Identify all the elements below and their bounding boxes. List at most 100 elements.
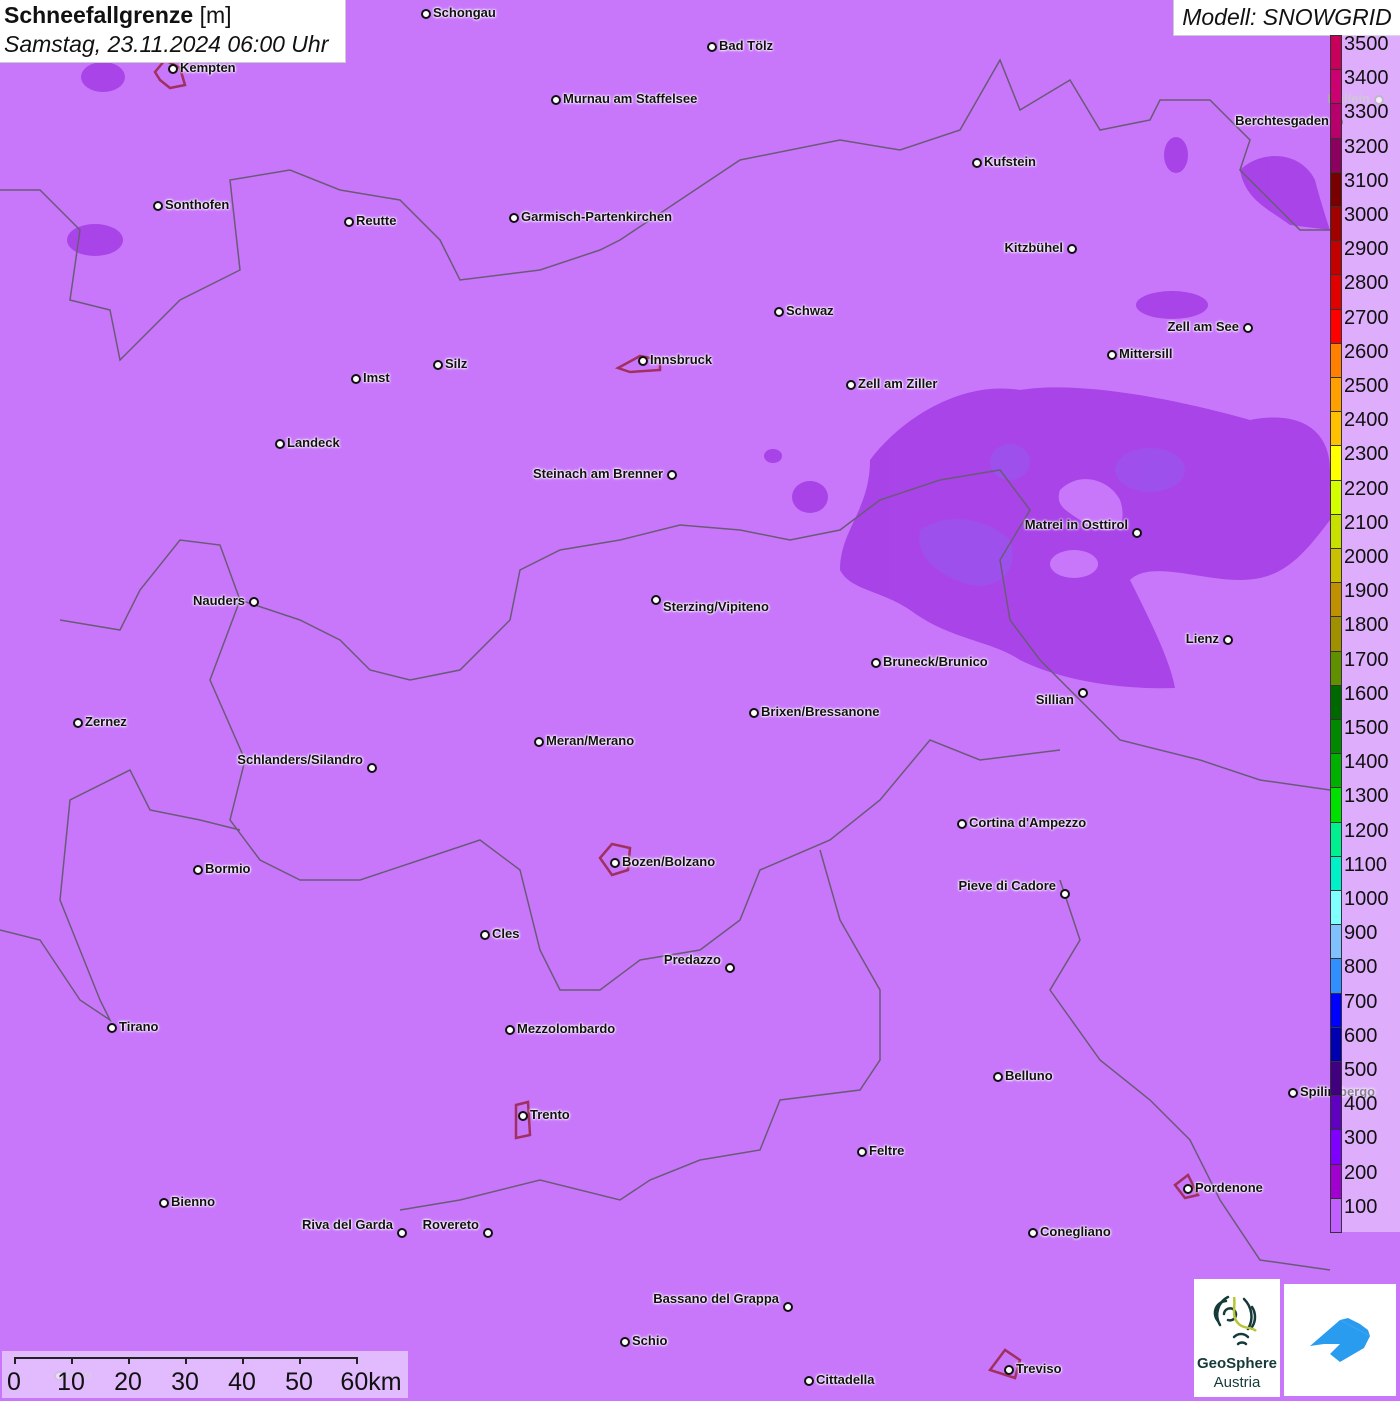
border-veneto: [399, 849, 881, 1211]
city-label: Sterzing/Vipiteno: [663, 599, 769, 614]
city-label: Kufstein: [984, 154, 1036, 169]
scale-label: 20: [114, 1368, 142, 1396]
colorbar-swatch: [1330, 958, 1342, 994]
scale-label: 40: [228, 1368, 256, 1396]
scale-tick: [71, 1357, 73, 1364]
city-label: Berchtesgaden: [1235, 113, 1329, 128]
city-dot-icon: [620, 1337, 630, 1347]
city-dot-icon: [1183, 1184, 1193, 1194]
title-text: Schneefallgrenze: [4, 2, 194, 28]
city-dot-icon: [1288, 1088, 1298, 1098]
city-label: Bormio: [205, 861, 251, 876]
colorbar-label: 1700: [1344, 648, 1389, 671]
colorbar-label: 1300: [1344, 785, 1389, 808]
city-label: Bozen/Bolzano: [622, 854, 716, 869]
city-dot-icon: [518, 1111, 528, 1121]
city-label: Schlanders/Silandro: [237, 752, 363, 767]
colorbar-swatch: [1330, 35, 1342, 71]
city-label: Garmisch-Partenkirchen: [521, 209, 673, 224]
colorbar-label: 3400: [1344, 67, 1389, 90]
colorbar-swatch: [1330, 308, 1342, 344]
border-ch-it: [0, 768, 241, 1023]
colorbar-label: 1600: [1344, 682, 1389, 705]
colorbar-legend: 3500 3400 3300 3200 3100 3000 2900 2800 2700 2600…: [1330, 33, 1400, 1233]
city-dot-icon: [1107, 350, 1117, 360]
city-dot-icon: [1078, 688, 1088, 698]
colorbar-swatch: [1330, 240, 1342, 276]
colorbar-swatch: [1330, 821, 1342, 857]
city-label: Belluno: [1005, 1068, 1053, 1083]
colorbar-swatch: [1330, 1163, 1342, 1199]
colorbar-label: 300: [1344, 1127, 1378, 1150]
city-label: Brixen/Bressanone: [761, 704, 880, 719]
city-dot-icon: [107, 1023, 117, 1033]
city-label: Bienno: [171, 1194, 216, 1209]
colorbar-label: 700: [1344, 990, 1378, 1013]
zone-small: [764, 449, 782, 463]
colorbar-label: 2700: [1344, 306, 1389, 329]
city-dot-icon: [993, 1072, 1003, 1082]
city-label: Bruneck/Brunico: [883, 654, 988, 669]
city-dot-icon: [509, 213, 519, 223]
colorbar-swatch: [1330, 616, 1342, 652]
partner-logo[interactable]: [1284, 1284, 1396, 1396]
city-dot-icon: [667, 470, 677, 480]
city-label: Mittersill: [1119, 346, 1173, 361]
city-dot-icon: [1223, 635, 1233, 645]
city-dot-icon: [344, 217, 354, 227]
city-dot-icon: [846, 380, 856, 390]
scale-label: 30: [171, 1368, 199, 1396]
colorbar-swatch: [1330, 787, 1342, 823]
colorbar-swatch: [1330, 548, 1342, 584]
zone-zell-am-see: [1136, 291, 1208, 319]
title-unit: [m]: [199, 2, 232, 28]
colorbar-swatch: [1330, 684, 1342, 720]
colorbar-label: 2000: [1344, 546, 1389, 568]
city-dot-icon: [1028, 1228, 1038, 1238]
city-label: Pordenone: [1195, 1180, 1263, 1195]
colorbar-label: 2900: [1344, 238, 1389, 261]
city-label: Riva del Garda: [301, 1217, 393, 1232]
colorbar-swatch: [1330, 137, 1342, 173]
colorbar-swatch: [1330, 1197, 1342, 1233]
city-label: Cortina d'Ampezzo: [969, 815, 1087, 830]
colorbar-label: 1000: [1344, 888, 1389, 910]
colorbar-label: 3100: [1344, 169, 1389, 192]
scale-label: 60km: [340, 1368, 402, 1396]
colorbar-swatch: [1330, 924, 1342, 960]
city-dot-icon: [193, 865, 203, 875]
zone-lowest: [990, 444, 1030, 480]
city-dot-icon: [651, 595, 661, 605]
city-label: Predazzo: [663, 952, 721, 967]
city-label: Lienz: [1185, 631, 1219, 646]
city-dot-icon: [610, 858, 620, 868]
city-label: Zell am Ziller: [858, 376, 938, 391]
mountain-cloud-icon: [1310, 1318, 1370, 1362]
colorbar-label: 1400: [1344, 751, 1389, 774]
city-dot-icon: [433, 360, 443, 370]
city-label: Steinach am Brenner: [532, 466, 663, 481]
city-label: Zell am See: [1167, 319, 1239, 334]
colorbar-swatch: [1330, 479, 1342, 515]
colorbar-label: 1200: [1344, 819, 1389, 842]
colorbar-swatch: [1330, 445, 1342, 481]
city-label: Cles: [492, 926, 520, 941]
city-label: Zernez: [85, 714, 127, 729]
geosphere-logo[interactable]: GeoSphere Austria: [1194, 1279, 1280, 1397]
colorbar-label: 100: [1344, 1195, 1378, 1218]
city-label: Silz: [445, 356, 468, 371]
city-label: Bad Tölz: [719, 38, 774, 53]
city-dot-icon: [957, 819, 967, 829]
zone-sonthofen: [67, 224, 123, 256]
city-label: Matrei in Osttirol: [1024, 517, 1128, 532]
city-label: Innsbruck: [650, 352, 713, 367]
city-dot-icon: [783, 1302, 793, 1312]
colorbar-label: 3500: [1344, 33, 1389, 55]
colorbar-label: 1100: [1344, 853, 1388, 876]
colorbar-swatch: [1330, 719, 1342, 755]
city-label: Conegliano: [1040, 1224, 1111, 1239]
city-dot-icon: [871, 658, 881, 668]
city-label: Feltre: [869, 1143, 905, 1158]
city-dot-icon: [480, 930, 490, 940]
city-label: Schongau: [433, 5, 496, 20]
